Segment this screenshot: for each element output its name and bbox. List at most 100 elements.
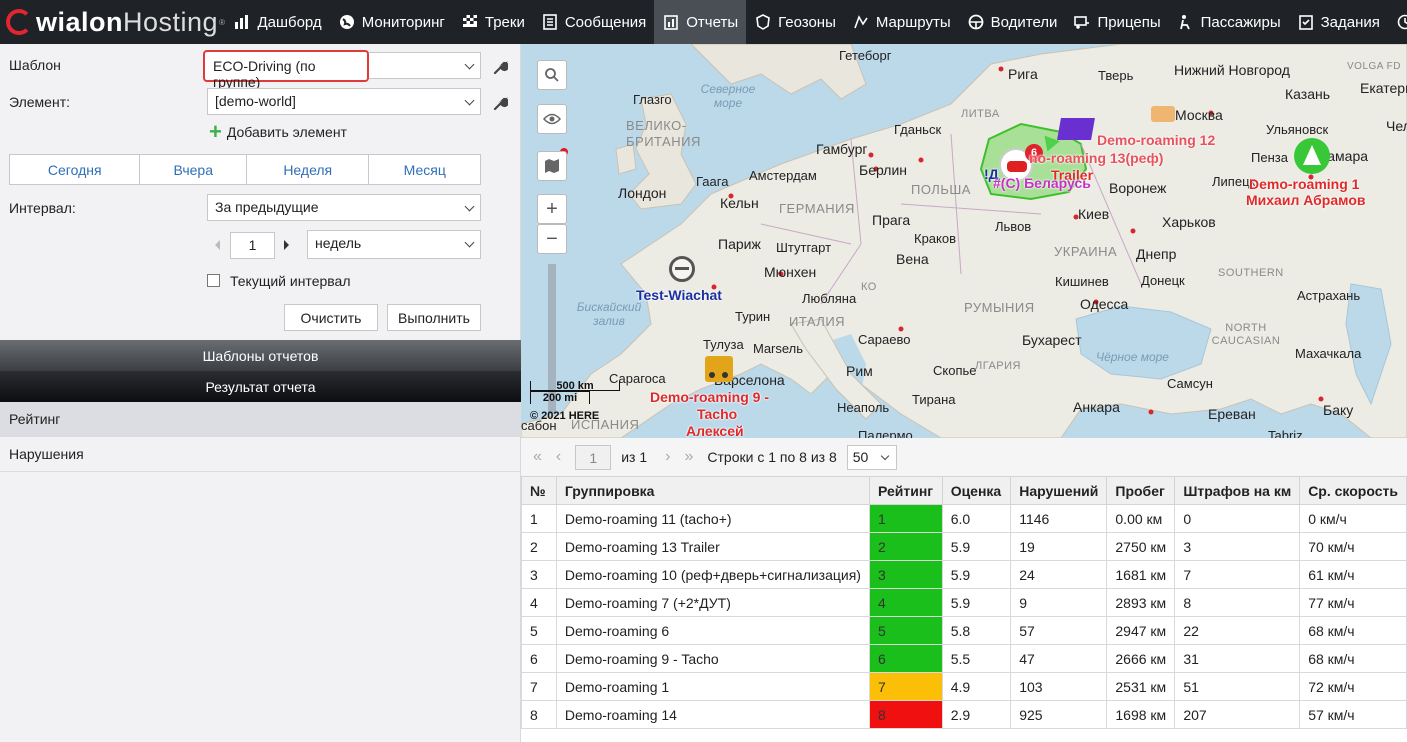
wrench-icon[interactable] (492, 60, 508, 76)
clear-button[interactable]: Очистить (284, 304, 378, 331)
nav-item-4[interactable]: Отчеты (654, 0, 747, 44)
eye-icon (543, 113, 561, 125)
prev-page-icon[interactable]: ‹ (556, 448, 561, 466)
column-header[interactable]: Рейтинг (868, 476, 943, 505)
run-button[interactable]: Выполнить (387, 304, 481, 331)
unit-label[interactable]: Михаил Абрамов (1246, 192, 1365, 208)
route-icon (852, 13, 870, 31)
period-today-button[interactable]: Сегодня (10, 155, 141, 184)
unit-label[interactable]: Алексей (686, 423, 744, 438)
table-cell-score: 5.9 (941, 588, 1012, 617)
period-week-button[interactable]: Неделя (247, 155, 370, 184)
result-item-rating[interactable]: Рейтинг (0, 402, 521, 437)
column-header[interactable]: Ср. скорость (1299, 476, 1407, 505)
table-cell-mileage: 2947 км (1106, 616, 1176, 645)
city-label: Рим (846, 363, 873, 379)
column-header[interactable]: Пробег (1106, 476, 1176, 505)
scale-km: 500 km (530, 381, 620, 392)
wrench-icon[interactable] (492, 96, 508, 112)
unit-label[interactable]: Demo-roaming 12 (1097, 132, 1215, 148)
unit-label[interactable]: Demo-roaming 9 - (650, 389, 769, 405)
report-templates-header[interactable]: Шаблоны отчетов (0, 340, 521, 371)
template-select-dropdown[interactable] (369, 52, 481, 79)
nav-item-0[interactable]: Дашборд (225, 0, 329, 44)
column-header[interactable]: Группировка (555, 476, 870, 505)
city-label: Гамбург (816, 141, 868, 157)
table-cell-score: 4.9 (941, 672, 1012, 701)
table-row[interactable]: 4 Demo-roaming 7 (+2*ДУТ) 4 5.9 9 2893 км 8 77 … (521, 588, 1407, 617)
table-cell-group: Demo-roaming 13 Trailer (555, 532, 870, 561)
report-result-header[interactable]: Результат отчета (0, 371, 521, 402)
table-cell-mileage: 1681 км (1106, 560, 1176, 589)
truck-unit-icon[interactable] (705, 356, 733, 382)
table-cell-viol: 24 (1010, 560, 1108, 589)
table-cell-rating: 3 (868, 560, 943, 589)
nav-item-3[interactable]: Сообщения (533, 0, 654, 44)
map-scale: 500 km 200 mi (530, 381, 620, 404)
city-label: Днепр (1136, 246, 1177, 262)
zoom-in-button[interactable]: + (537, 194, 567, 224)
table-row[interactable]: 8 Demo-roaming 14 8 2.9 925 1698 км 207 57 км/ч (521, 700, 1407, 729)
first-page-icon[interactable]: « (533, 448, 542, 466)
page-size-select[interactable]: 50 (846, 444, 897, 470)
map-search-button[interactable] (537, 60, 567, 90)
truck-unit-icon[interactable] (1057, 118, 1095, 140)
wialon-logo[interactable]: wialon Hosting ® (0, 0, 225, 44)
interval-unit-value: недель (315, 235, 362, 251)
column-header[interactable]: Нарушений (1010, 476, 1108, 505)
table-cell-rating: 7 (868, 672, 943, 701)
element-select[interactable]: [demo-world] (207, 88, 481, 115)
map-layers-button[interactable] (537, 151, 567, 181)
blurred-unit-icon[interactable] (1151, 106, 1175, 122)
decrement-arrow-icon[interactable] (215, 240, 220, 250)
zoom-out-button[interactable]: − (537, 224, 567, 254)
table-row[interactable]: 3 Demo-roaming 10 (реф+дверь+сигнализация… (521, 560, 1407, 589)
table-row[interactable]: 2 Demo-roaming 13 Trailer 2 5.9 19 2750 км 3 70… (521, 532, 1407, 561)
nav-item-8[interactable]: Прицепы (1065, 0, 1168, 44)
unit-label[interactable]: Demo-roaming 1 (1249, 176, 1359, 192)
column-header[interactable]: Штрафов на км (1174, 476, 1301, 505)
task-icon (1297, 13, 1315, 31)
interval-unit-select[interactable]: недель (307, 230, 481, 259)
period-month-button[interactable]: Месяц (369, 155, 480, 184)
city-label: Донецк (1141, 273, 1185, 288)
increment-arrow-icon[interactable] (284, 240, 289, 250)
column-header[interactable]: Оценка (941, 476, 1012, 505)
table-row[interactable]: 1 Demo-roaming 11 (tacho+) 1 6.0 1146 0.00 км… (521, 504, 1407, 533)
steering-wheel-icon[interactable] (669, 256, 695, 282)
last-page-icon[interactable]: » (684, 448, 693, 466)
nav-item-7[interactable]: Водители (959, 0, 1066, 44)
unit-label[interactable]: #(C) Беларусь (993, 175, 1091, 191)
nav-item-5[interactable]: Геозоны (746, 0, 844, 44)
search-icon (545, 68, 559, 82)
next-page-icon[interactable]: › (665, 448, 670, 466)
nav-item-2[interactable]: Треки (453, 0, 533, 44)
nav-item-10[interactable]: Задания (1289, 0, 1388, 44)
table-row[interactable]: 7 Demo-roaming 1 7 4.9 103 2531 км 51 72 км/ч (521, 672, 1407, 701)
nav-item-1[interactable]: Мониторинг (330, 0, 453, 44)
city-label: Турин (735, 309, 771, 324)
current-interval-checkbox[interactable] (207, 274, 220, 287)
map-visibility-button[interactable] (537, 104, 567, 134)
table-row[interactable]: 5 Demo-roaming 6 5 5.8 57 2947 км 22 68 км/ч (521, 616, 1407, 645)
table-cell-score: 5.9 (941, 532, 1012, 561)
interval-select[interactable]: За предыдущие (207, 194, 481, 221)
nav-item-9[interactable]: Пассажиры (1169, 0, 1289, 44)
interval-count-input[interactable]: 1 (230, 232, 275, 259)
period-yesterday-button[interactable]: Вчера (140, 155, 247, 184)
table-cell-speed: 61 км/ч (1299, 560, 1407, 589)
navigation-unit-icon[interactable] (1294, 138, 1330, 174)
map-view[interactable]: Гетеборг Рига Тверь Нижний Новгород Каза… (521, 44, 1407, 438)
unit-label[interactable]: Tacho (697, 406, 737, 422)
result-item-violations[interactable]: Нарушения (0, 437, 521, 472)
add-element-button[interactable]: + Добавить элемент (209, 121, 347, 143)
nav-item-6[interactable]: Маршруты (844, 0, 959, 44)
column-header[interactable]: № (521, 476, 557, 505)
unit-label[interactable]: no-roaming 13(реф) (1029, 150, 1163, 166)
table-row[interactable]: 6 Demo-roaming 9 - Tacho 6 5.5 47 2666 км 31 68… (521, 644, 1407, 673)
template-select[interactable]: ECO-Driving (по группе) (203, 50, 369, 90)
unit-label[interactable]: Test-Wiachat (636, 287, 722, 303)
city-label: Харьков (1162, 214, 1216, 230)
page-number-input[interactable]: 1 (575, 444, 612, 470)
nav-item-11[interactable]: Уведо (1388, 0, 1407, 44)
